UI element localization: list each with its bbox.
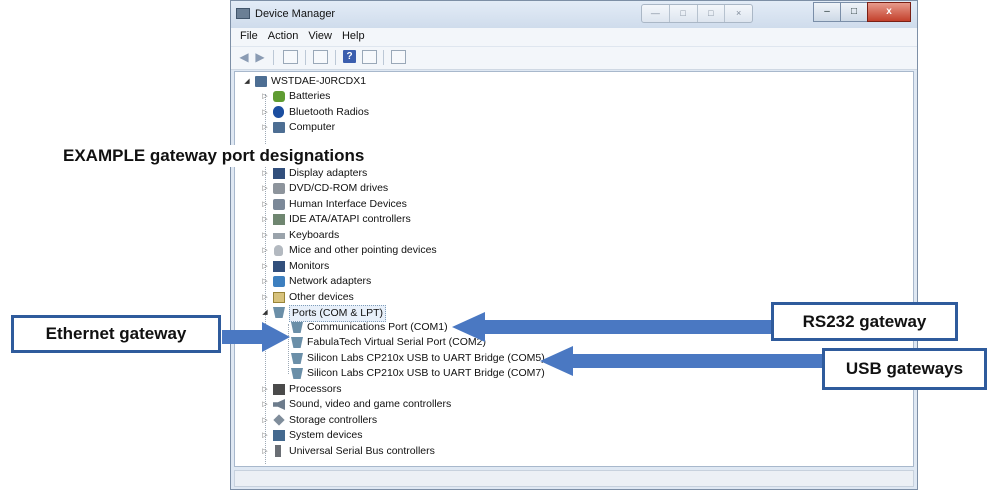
rs232-gateway-callout: RS232 gateway <box>771 302 958 341</box>
usb-arrow <box>540 346 822 376</box>
ethernet-gateway-callout: Ethernet gateway <box>11 315 221 353</box>
ethernet-arrow <box>222 322 290 352</box>
rs232-arrow <box>452 312 771 342</box>
annotation-arrows <box>222 312 822 376</box>
usb-gateways-callout: USB gateways <box>822 348 987 390</box>
